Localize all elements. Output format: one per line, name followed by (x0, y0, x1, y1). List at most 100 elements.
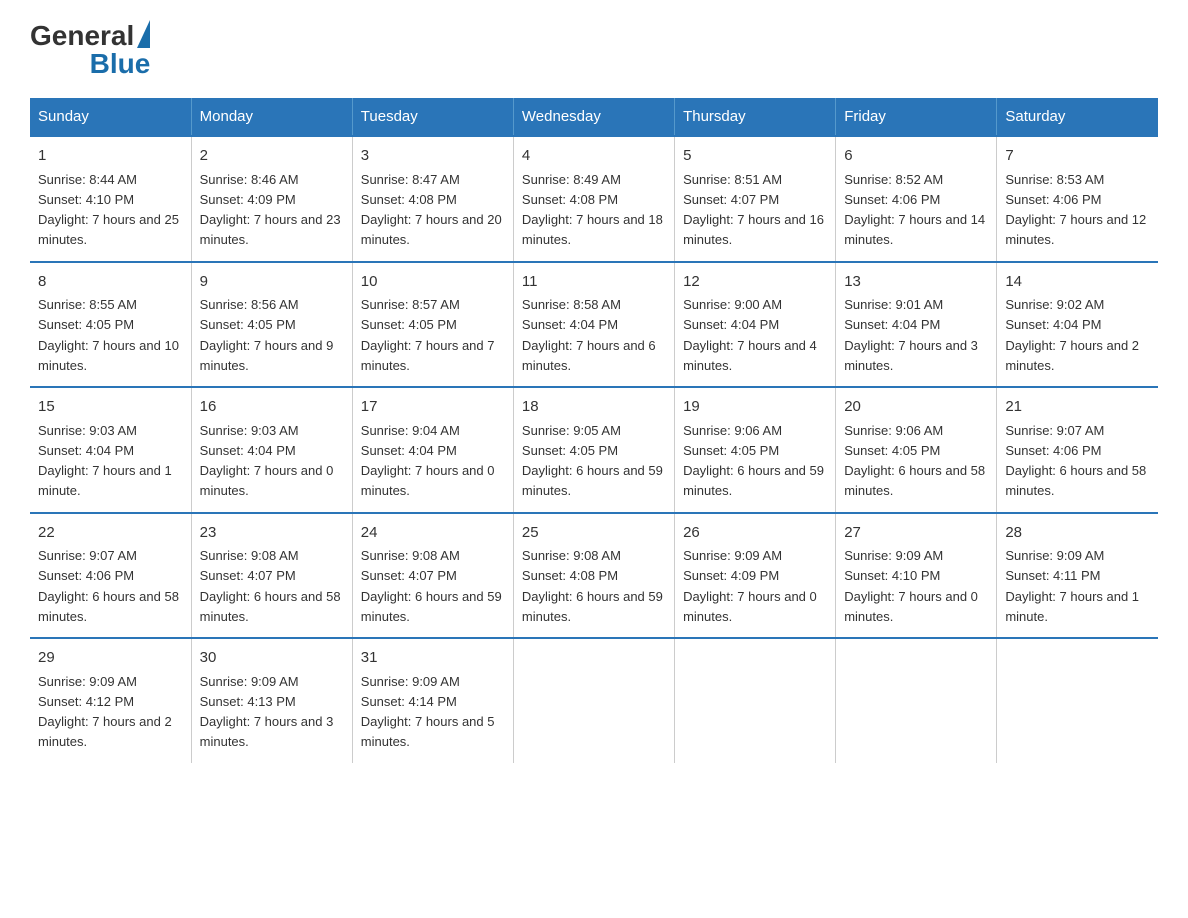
calendar-cell: 7 Sunrise: 8:53 AMSunset: 4:06 PMDaylight… (997, 136, 1158, 262)
day-info: Sunrise: 9:08 AMSunset: 4:07 PMDaylight:… (200, 548, 341, 624)
day-number: 20 (844, 396, 988, 419)
day-info: Sunrise: 8:51 AMSunset: 4:07 PMDaylight:… (683, 172, 824, 248)
day-info: Sunrise: 8:57 AMSunset: 4:05 PMDaylight:… (361, 297, 495, 373)
day-info: Sunrise: 9:07 AMSunset: 4:06 PMDaylight:… (1005, 423, 1146, 499)
day-info: Sunrise: 8:55 AMSunset: 4:05 PMDaylight:… (38, 297, 179, 373)
day-number: 15 (38, 396, 183, 419)
day-number: 5 (683, 145, 827, 168)
calendar-week-row: 8 Sunrise: 8:55 AMSunset: 4:05 PMDaylight… (30, 262, 1158, 388)
day-number: 7 (1005, 145, 1150, 168)
day-info: Sunrise: 8:56 AMSunset: 4:05 PMDaylight:… (200, 297, 334, 373)
calendar-cell: 26 Sunrise: 9:09 AMSunset: 4:09 PMDayligh… (675, 513, 836, 639)
calendar-week-row: 15 Sunrise: 9:03 AMSunset: 4:04 PMDayligh… (30, 387, 1158, 513)
day-number: 8 (38, 271, 183, 294)
page-header: General Blue (30, 20, 1158, 78)
day-number: 3 (361, 145, 505, 168)
calendar-cell: 24Sunrise: 9:08 AMSunset: 4:07 PMDayligh… (352, 513, 513, 639)
day-info: Sunrise: 8:58 AMSunset: 4:04 PMDaylight:… (522, 297, 656, 373)
calendar-cell: 23 Sunrise: 9:08 AMSunset: 4:07 PMDayligh… (191, 513, 352, 639)
day-number: 11 (522, 271, 666, 294)
calendar-cell: 13 Sunrise: 9:01 AMSunset: 4:04 PMDayligh… (836, 262, 997, 388)
day-number: 18 (522, 396, 666, 419)
logo-blue-text: Blue (90, 50, 151, 78)
day-info: Sunrise: 9:04 AMSunset: 4:04 PMDaylight:… (361, 423, 495, 499)
day-info: Sunrise: 9:09 AMSunset: 4:10 PMDaylight:… (844, 548, 978, 624)
logo-triangle-icon (137, 20, 150, 48)
day-info: Sunrise: 8:46 AMSunset: 4:09 PMDaylight:… (200, 172, 341, 248)
calendar-cell: 15Sunrise: 9:03 AMSunset: 4:04 PMDayligh… (30, 387, 191, 513)
calendar-cell (513, 638, 674, 763)
calendar-cell: 22 Sunrise: 9:07 AMSunset: 4:06 PMDayligh… (30, 513, 191, 639)
calendar-cell: 17 Sunrise: 9:04 AMSunset: 4:04 PMDayligh… (352, 387, 513, 513)
weekday-header-wednesday: Wednesday (513, 98, 674, 136)
day-info: Sunrise: 8:47 AMSunset: 4:08 PMDaylight:… (361, 172, 502, 248)
calendar-cell: 5 Sunrise: 8:51 AMSunset: 4:07 PMDaylight… (675, 136, 836, 262)
day-number: 17 (361, 396, 505, 419)
calendar-cell: 4 Sunrise: 8:49 AMSunset: 4:08 PMDaylight… (513, 136, 674, 262)
calendar-cell: 3 Sunrise: 8:47 AMSunset: 4:08 PMDaylight… (352, 136, 513, 262)
day-number: 29 (38, 647, 183, 670)
weekday-header-friday: Friday (836, 98, 997, 136)
calendar-cell: 31Sunrise: 9:09 AMSunset: 4:14 PMDayligh… (352, 638, 513, 763)
day-number: 23 (200, 522, 344, 545)
day-number: 25 (522, 522, 666, 545)
day-info: Sunrise: 9:02 AMSunset: 4:04 PMDaylight:… (1005, 297, 1139, 373)
calendar-cell: 20 Sunrise: 9:06 AMSunset: 4:05 PMDayligh… (836, 387, 997, 513)
day-info: Sunrise: 9:00 AMSunset: 4:04 PMDaylight:… (683, 297, 817, 373)
day-number: 1 (38, 145, 183, 168)
calendar-cell: 9 Sunrise: 8:56 AMSunset: 4:05 PMDaylight… (191, 262, 352, 388)
calendar-cell: 21 Sunrise: 9:07 AMSunset: 4:06 PMDayligh… (997, 387, 1158, 513)
day-number: 28 (1005, 522, 1150, 545)
day-number: 19 (683, 396, 827, 419)
calendar-cell: 2 Sunrise: 8:46 AMSunset: 4:09 PMDaylight… (191, 136, 352, 262)
calendar-cell: 19Sunrise: 9:06 AMSunset: 4:05 PMDayligh… (675, 387, 836, 513)
calendar-cell: 28 Sunrise: 9:09 AMSunset: 4:11 PMDayligh… (997, 513, 1158, 639)
weekday-header-monday: Monday (191, 98, 352, 136)
day-info: Sunrise: 9:09 AMSunset: 4:09 PMDaylight:… (683, 548, 817, 624)
day-number: 24 (361, 522, 505, 545)
day-info: Sunrise: 9:01 AMSunset: 4:04 PMDaylight:… (844, 297, 978, 373)
day-number: 6 (844, 145, 988, 168)
calendar-cell (997, 638, 1158, 763)
weekday-header-row: SundayMondayTuesdayWednesdayThursdayFrid… (30, 98, 1158, 136)
weekday-header-thursday: Thursday (675, 98, 836, 136)
day-number: 9 (200, 271, 344, 294)
day-info: Sunrise: 9:03 AMSunset: 4:04 PMDaylight:… (200, 423, 334, 499)
calendar-cell: 25 Sunrise: 9:08 AMSunset: 4:08 PMDayligh… (513, 513, 674, 639)
day-info: Sunrise: 9:09 AMSunset: 4:11 PMDaylight:… (1005, 548, 1139, 624)
day-number: 22 (38, 522, 183, 545)
calendar-week-row: 22 Sunrise: 9:07 AMSunset: 4:06 PMDayligh… (30, 513, 1158, 639)
logo-general-text: General (30, 22, 134, 50)
day-info: Sunrise: 9:08 AMSunset: 4:08 PMDaylight:… (522, 548, 663, 624)
calendar-cell: 10Sunrise: 8:57 AMSunset: 4:05 PMDayligh… (352, 262, 513, 388)
calendar-cell: 18Sunrise: 9:05 AMSunset: 4:05 PMDayligh… (513, 387, 674, 513)
day-info: Sunrise: 8:53 AMSunset: 4:06 PMDaylight:… (1005, 172, 1146, 248)
day-info: Sunrise: 9:06 AMSunset: 4:05 PMDaylight:… (844, 423, 985, 499)
calendar-cell: 11 Sunrise: 8:58 AMSunset: 4:04 PMDayligh… (513, 262, 674, 388)
day-number: 30 (200, 647, 344, 670)
calendar-week-row: 1Sunrise: 8:44 AMSunset: 4:10 PMDaylight… (30, 136, 1158, 262)
calendar-cell (675, 638, 836, 763)
weekday-header-saturday: Saturday (997, 98, 1158, 136)
day-number: 2 (200, 145, 344, 168)
calendar-cell: 16 Sunrise: 9:03 AMSunset: 4:04 PMDayligh… (191, 387, 352, 513)
day-info: Sunrise: 8:52 AMSunset: 4:06 PMDaylight:… (844, 172, 985, 248)
day-info: Sunrise: 9:09 AMSunset: 4:14 PMDaylight:… (361, 674, 495, 750)
day-number: 16 (200, 396, 344, 419)
day-number: 21 (1005, 396, 1150, 419)
calendar-cell: 6 Sunrise: 8:52 AMSunset: 4:06 PMDaylight… (836, 136, 997, 262)
calendar-cell: 8 Sunrise: 8:55 AMSunset: 4:05 PMDaylight… (30, 262, 191, 388)
day-info: Sunrise: 8:49 AMSunset: 4:08 PMDaylight:… (522, 172, 663, 248)
day-info: Sunrise: 9:09 AMSunset: 4:13 PMDaylight:… (200, 674, 334, 750)
day-number: 13 (844, 271, 988, 294)
day-number: 27 (844, 522, 988, 545)
calendar-cell: 30 Sunrise: 9:09 AMSunset: 4:13 PMDayligh… (191, 638, 352, 763)
calendar-cell: 12Sunrise: 9:00 AMSunset: 4:04 PMDayligh… (675, 262, 836, 388)
day-number: 26 (683, 522, 827, 545)
calendar-cell (836, 638, 997, 763)
calendar-cell: 1Sunrise: 8:44 AMSunset: 4:10 PMDaylight… (30, 136, 191, 262)
day-info: Sunrise: 9:07 AMSunset: 4:06 PMDaylight:… (38, 548, 179, 624)
calendar-cell: 27 Sunrise: 9:09 AMSunset: 4:10 PMDayligh… (836, 513, 997, 639)
day-number: 4 (522, 145, 666, 168)
logo: General Blue (30, 20, 150, 78)
